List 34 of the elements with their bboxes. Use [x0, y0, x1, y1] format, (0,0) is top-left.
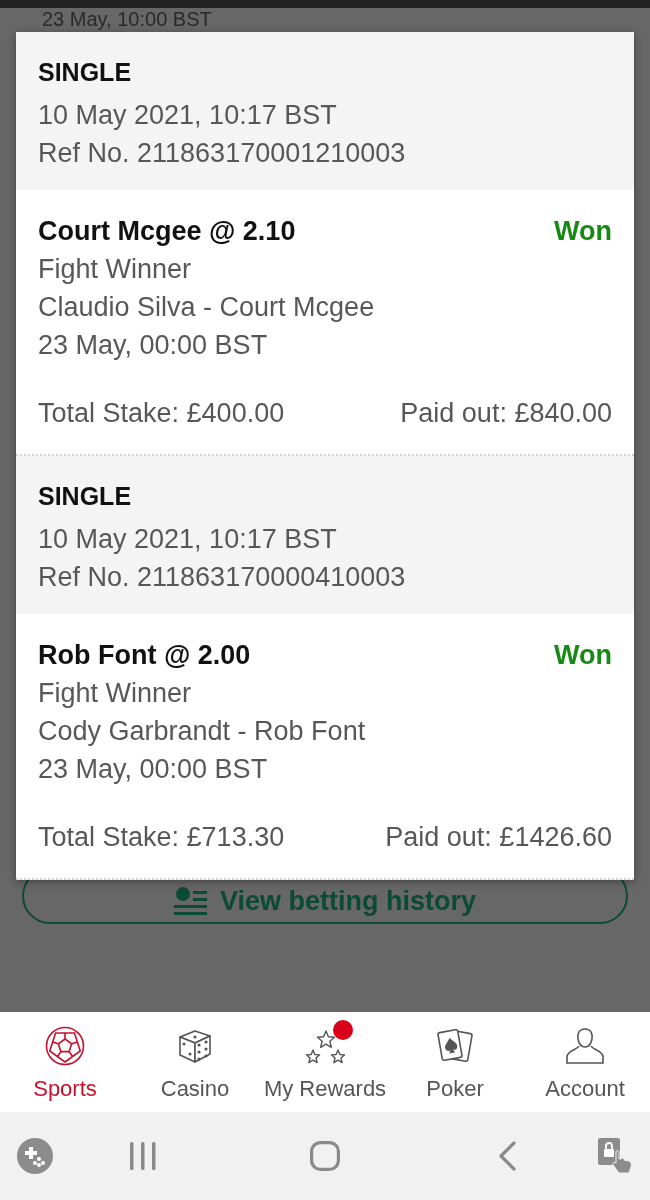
bet-event: Claudio Silva - Court Mcgee	[38, 291, 376, 324]
nav-tab[interactable]: Poker	[390, 1012, 520, 1112]
nav-tab[interactable]: Casino	[130, 1012, 260, 1112]
total-stake: Total Stake: £713.30	[38, 821, 285, 854]
recent-apps-icon[interactable]	[129, 1142, 157, 1170]
bet-reference: Ref No. 211863170000410003	[38, 561, 407, 594]
bet-result: Won	[554, 639, 612, 672]
nav-tab[interactable]: Account	[520, 1012, 650, 1112]
nav-tab[interactable]: My Rewards	[260, 1012, 390, 1112]
bet-type: SINGLE	[38, 481, 133, 512]
bet-market: Fight Winner	[38, 677, 193, 710]
background-event-time: 23 May, 10:00 BST	[41, 8, 212, 30]
bet-event: Cody Garbrandt - Rob Font	[38, 715, 367, 748]
bet-placed-time: 10 May 2021, 10:17 BST	[38, 99, 338, 132]
bet-event-time: 23 May, 00:00 BST	[38, 753, 269, 786]
home-icon[interactable]	[310, 1141, 340, 1171]
bet-placed-time: 10 May 2021, 10:17 BST	[38, 523, 338, 556]
bet-result: Won	[554, 215, 612, 248]
paid-out: Paid out: £1426.60	[385, 821, 612, 854]
person-icon	[565, 1026, 605, 1066]
list-icon	[173, 886, 208, 916]
bet-event-time: 23 May, 00:00 BST	[38, 329, 269, 362]
back-icon[interactable]	[498, 1141, 516, 1171]
bet-selection: Court Mcgee @ 2.10	[38, 215, 296, 248]
total-stake: Total Stake: £400.00	[38, 397, 285, 430]
paid-out: Paid out: £840.00	[400, 397, 612, 430]
soccer-ball-icon	[45, 1026, 85, 1066]
bet-market: Fight Winner	[38, 253, 193, 286]
bet-reference: Ref No. 211863170001210003	[38, 137, 407, 170]
touch-lock-icon[interactable]	[598, 1138, 632, 1174]
game-launcher-icon[interactable]	[17, 1138, 53, 1174]
bet-selection: Rob Font @ 2.00	[38, 639, 251, 672]
nav-tab[interactable]: Sports	[0, 1012, 130, 1112]
bet-type: SINGLE	[38, 57, 133, 88]
